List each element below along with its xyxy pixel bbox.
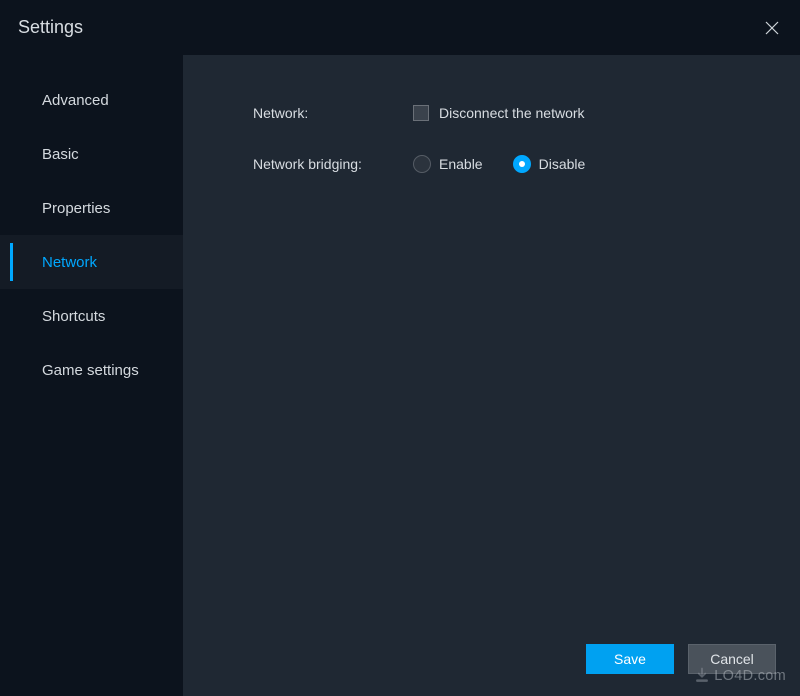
disconnect-network-label: Disconnect the network bbox=[439, 105, 585, 121]
bridging-enable-option[interactable]: Enable bbox=[413, 155, 483, 173]
sidebar: Advanced Basic Properties Network Shortc… bbox=[0, 55, 183, 696]
body: Advanced Basic Properties Network Shortc… bbox=[0, 55, 800, 696]
sidebar-item-label: Network bbox=[42, 254, 97, 271]
sidebar-item-label: Basic bbox=[42, 146, 79, 163]
network-row: Network: Disconnect the network bbox=[253, 105, 800, 121]
sidebar-item-network[interactable]: Network bbox=[0, 235, 183, 289]
sidebar-item-properties[interactable]: Properties bbox=[0, 181, 183, 235]
sidebar-item-label: Properties bbox=[42, 200, 110, 217]
bridging-disable-option[interactable]: Disable bbox=[513, 155, 586, 173]
save-button[interactable]: Save bbox=[586, 644, 674, 674]
sidebar-item-label: Advanced bbox=[42, 92, 109, 109]
close-button[interactable] bbox=[762, 18, 782, 38]
disconnect-network-checkbox-wrap[interactable]: Disconnect the network bbox=[413, 105, 585, 121]
network-label: Network: bbox=[253, 105, 413, 121]
sidebar-item-shortcuts[interactable]: Shortcuts bbox=[0, 289, 183, 343]
footer-buttons: Save Cancel bbox=[586, 644, 776, 674]
bridging-radio-group: Enable Disable bbox=[413, 155, 585, 173]
bridging-enable-label: Enable bbox=[439, 156, 483, 172]
main-panel: Network: Disconnect the network Network … bbox=[183, 55, 800, 696]
disconnect-network-checkbox[interactable] bbox=[413, 105, 429, 121]
bridging-label: Network bridging: bbox=[253, 156, 413, 172]
sidebar-item-advanced[interactable]: Advanced bbox=[0, 73, 183, 127]
bridging-row: Network bridging: Enable Disable bbox=[253, 155, 800, 173]
bridging-disable-radio[interactable] bbox=[513, 155, 531, 173]
sidebar-item-label: Game settings bbox=[42, 362, 139, 379]
bridging-enable-radio[interactable] bbox=[413, 155, 431, 173]
page-title: Settings bbox=[18, 17, 83, 38]
sidebar-item-label: Shortcuts bbox=[42, 308, 105, 325]
sidebar-item-basic[interactable]: Basic bbox=[0, 127, 183, 181]
titlebar: Settings bbox=[0, 0, 800, 55]
sidebar-item-game-settings[interactable]: Game settings bbox=[0, 343, 183, 397]
close-icon bbox=[765, 21, 779, 35]
bridging-disable-label: Disable bbox=[539, 156, 586, 172]
cancel-button[interactable]: Cancel bbox=[688, 644, 776, 674]
